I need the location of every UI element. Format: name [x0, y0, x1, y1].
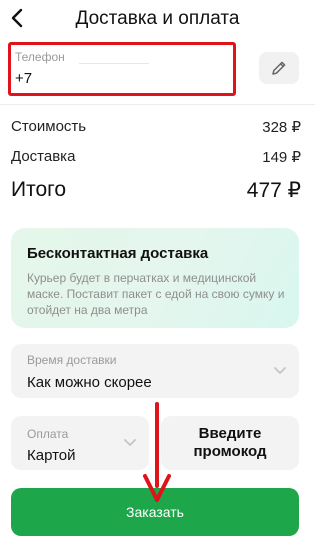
contactless-title: Бесконтактная доставка [27, 245, 209, 262]
chevron-down-icon [124, 439, 136, 446]
pencil-icon [272, 61, 286, 75]
cost-label: Стоимость [11, 118, 87, 135]
phone-field-decoration [79, 63, 149, 64]
edit-phone-button[interactable] [259, 52, 299, 84]
chevron-down-icon [274, 367, 286, 374]
header: Доставка и оплата [0, 0, 315, 36]
contactless-text: Курьер будет в перчатках и медицинской м… [27, 271, 285, 317]
order-button[interactable]: Заказать [11, 488, 299, 536]
phone-value: +7 [15, 70, 33, 87]
delivery-time-label: Время доставки [27, 353, 117, 367]
payment-method-select[interactable]: Оплата Картой [11, 416, 149, 470]
payment-value: Картой [27, 447, 76, 464]
phone-label: Телефон [15, 50, 65, 64]
phone-field[interactable]: Телефон +7 [8, 42, 236, 96]
total-label: Итого [11, 178, 67, 201]
delivery-value: 149 ₽ [262, 149, 301, 166]
payment-label: Оплата [27, 427, 69, 441]
cost-value: 328 ₽ [262, 119, 301, 136]
promo-code-button[interactable]: Введите промокод [161, 416, 299, 470]
delivery-time-value: Как можно скорее [27, 374, 152, 391]
delivery-label: Доставка [11, 148, 76, 165]
total-value: 477 ₽ [246, 179, 301, 202]
page-title: Доставка и оплата [75, 8, 240, 29]
delivery-time-select[interactable]: Время доставки Как можно скорее [11, 344, 299, 398]
divider [0, 104, 315, 105]
contactless-delivery-card: Бесконтактная доставка Курьер будет в пе… [11, 228, 299, 328]
